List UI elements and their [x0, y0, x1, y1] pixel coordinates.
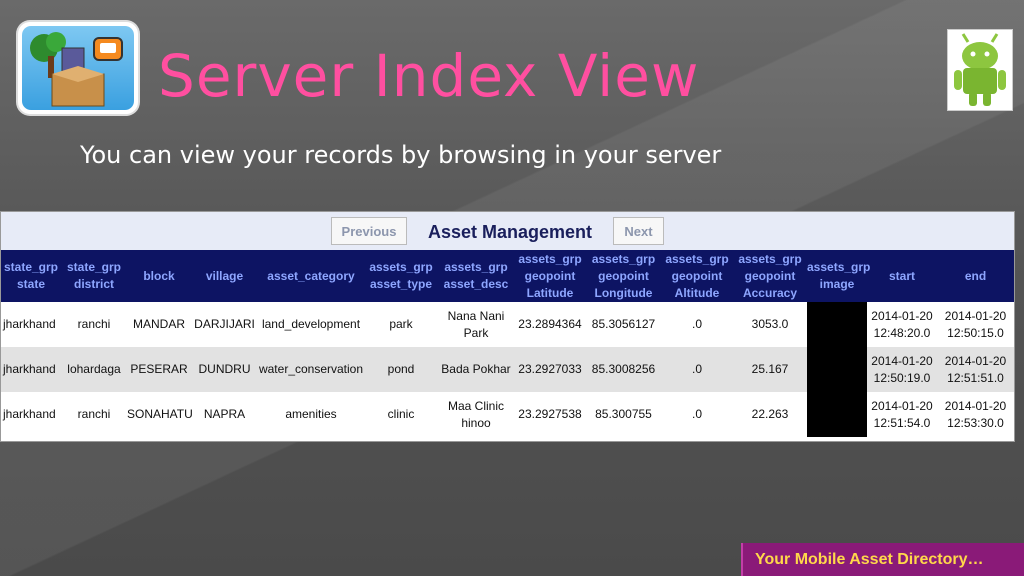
table-cell: 2014-01-20 12:51:51.0: [937, 347, 1014, 392]
table-cell: PESERAR: [127, 347, 191, 392]
asset-table: state_grp state state_grp district block vill…: [1, 250, 1014, 437]
table-cell: 85.3056127: [586, 302, 661, 347]
table-cell: ranchi: [61, 392, 127, 437]
table-cell: jharkhand: [1, 347, 61, 392]
column-header: state_grpstate: [1, 250, 61, 302]
table-cell: .0: [661, 302, 733, 347]
table-row: jharkhand ranchi MANDAR DARJIJARI land_devel…: [1, 302, 1014, 347]
table-cell: .0: [661, 392, 733, 437]
column-header-line: asset_desc: [443, 277, 509, 291]
column-header-line: Altitude: [674, 285, 720, 300]
previous-button[interactable]: Previous: [331, 217, 407, 245]
table-cell: 2014-01-20 12:53:30.0: [937, 392, 1014, 437]
column-header-line: Accuracy: [742, 285, 798, 300]
column-header-line: state_grp: [66, 260, 122, 274]
table-cell: 23.2927033: [514, 347, 586, 392]
app-logo-icon: [18, 22, 138, 114]
table-row: jharkhand ranchi SONAHATU NAPRA amenities cli…: [1, 392, 1014, 437]
column-header-line: asset_category: [267, 268, 355, 283]
column-header: assets_grp geopoint Latitude: [514, 250, 586, 302]
table-cell: ranchi: [61, 302, 127, 347]
table-cell: amenities: [258, 392, 364, 437]
column-header-line: block: [143, 268, 175, 283]
column-header-line: Longitude: [594, 285, 653, 300]
table-header-row: state_grp state state_grp district block vill…: [1, 250, 1014, 302]
table-cell: .0: [661, 347, 733, 392]
column-header-line: assets_grp: [518, 251, 582, 266]
column-header-line: assets_grp: [665, 251, 729, 266]
table-cell: 3053.0: [733, 302, 807, 347]
table-cell: 2014-01-20 12:48:20.0: [867, 302, 937, 347]
column-header-line: village: [205, 268, 244, 283]
column-header-line: Latitude: [526, 285, 574, 300]
column-header: assets_grp asset_desc: [438, 250, 514, 302]
column-header: assets_grp geopoint Longitude: [586, 250, 661, 302]
column-header: village: [191, 250, 258, 302]
column-header-line: assets_grp: [807, 260, 871, 274]
column-header-line: state_grp: [3, 260, 59, 274]
column-header-line: start: [888, 268, 915, 283]
table-cell: jharkhand: [1, 392, 61, 437]
table-cell: Maa Clinic hinoo: [438, 392, 514, 437]
column-header-line: assets_grp: [591, 251, 656, 266]
column-header: block: [127, 250, 191, 302]
table-cell: SONAHATU: [127, 392, 193, 437]
table-cell: 85.3008256: [586, 347, 661, 392]
column-header: start: [867, 250, 937, 302]
column-header-line: assets_grp: [369, 260, 433, 274]
footer-tagline: Your Mobile Asset Directory…: [741, 543, 1024, 576]
table-cell: 25.167: [733, 347, 807, 392]
column-header-line: image: [819, 277, 855, 291]
table-cell: jharkhand: [1, 302, 61, 347]
table-cell: pond: [364, 347, 438, 392]
column-header: state_grp district: [61, 250, 127, 302]
column-header: asset_category: [258, 250, 364, 302]
table-cell: lohardaga: [61, 347, 127, 392]
table-cell: 22.263: [733, 392, 807, 437]
table-cell: NAPRA: [191, 392, 258, 437]
android-robot-icon: [947, 29, 1013, 111]
asset-image-cell: [807, 392, 867, 437]
column-header: end: [937, 250, 1014, 302]
asset-image-cell: [807, 347, 867, 392]
column-header: assets_grp geopoint Accuracy: [733, 250, 807, 302]
table-cell: Nana Nani Park: [438, 302, 514, 347]
table-cell: 85.300755: [586, 392, 661, 437]
column-header-line: geopoint: [598, 268, 649, 283]
column-header: assets_grpimage: [807, 250, 871, 302]
next-button[interactable]: Next: [613, 217, 664, 245]
panel-title: Asset Management: [428, 222, 593, 242]
column-header-line: geopoint: [524, 268, 576, 283]
page-subtitle: You can view your records by browsing in…: [80, 141, 722, 169]
table-cell: land_development: [258, 302, 364, 347]
panel-toolbar: Previous Asset Management Next: [1, 212, 1014, 250]
column-header-line: assets_grp: [738, 251, 802, 266]
table-cell: park: [364, 302, 438, 347]
page-title: Server Index View: [158, 42, 700, 110]
column-header-line: district: [73, 277, 114, 291]
asset-image-cell: [807, 302, 867, 347]
column-header: assets_grp asset_type: [364, 250, 438, 302]
table-cell: DUNDRU: [191, 347, 258, 392]
table-cell: MANDAR: [127, 302, 191, 347]
column-header-line: assets_grp: [444, 260, 508, 274]
table-cell: 23.2894364: [514, 302, 586, 347]
table-cell: Bada Pokhar: [438, 347, 514, 392]
table-cell: clinic: [364, 392, 438, 437]
table-cell: 2014-01-20 12:51:54.0: [867, 392, 937, 437]
column-header-line: geopoint: [671, 268, 723, 283]
column-header-line: end: [964, 268, 987, 283]
table-cell: 23.2927538: [514, 392, 586, 437]
column-header-line: state: [16, 277, 45, 291]
table-cell: DARJIJARI: [191, 302, 258, 347]
column-header: assets_grp geopoint Altitude: [661, 250, 733, 302]
table-cell: 2014-01-20 12:50:19.0: [867, 347, 937, 392]
table-cell: 2014-01-20 12:50:15.0: [937, 302, 1014, 347]
column-header-line: geopoint: [744, 268, 796, 283]
asset-management-panel: Previous Asset Management Next state_grp…: [0, 211, 1015, 442]
table-row: jharkhand lohardaga PESERAR DUNDRU water_con…: [1, 347, 1014, 392]
column-header-line: asset_type: [369, 277, 433, 291]
table-cell: water_conservation: [258, 347, 364, 392]
